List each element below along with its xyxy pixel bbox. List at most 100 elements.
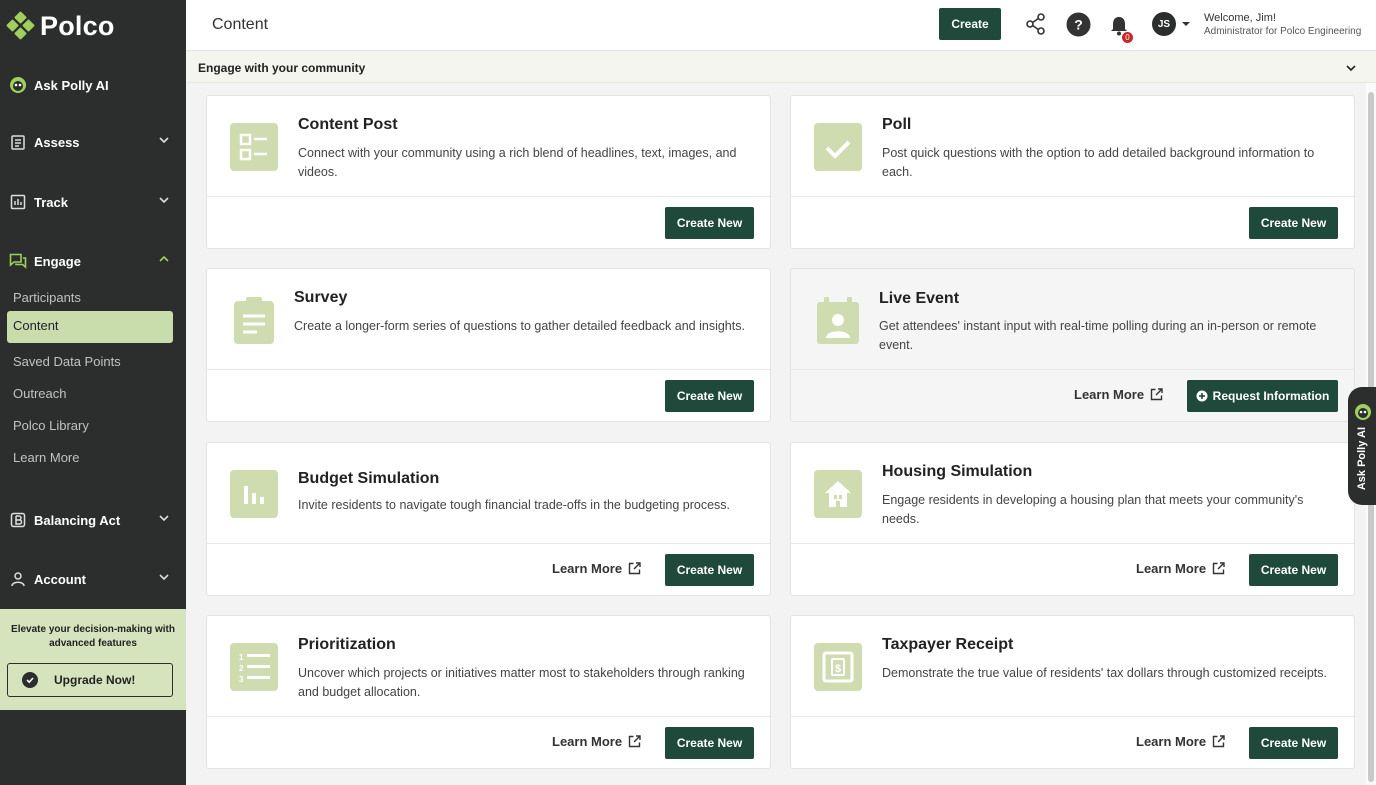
card-divider xyxy=(207,716,770,717)
ask-polly-tab-label: Ask Polly AI xyxy=(1356,427,1368,491)
learn-more-link[interactable]: Learn More xyxy=(552,734,641,749)
sidebar-item-balancing-act[interactable]: Balancing Act xyxy=(0,505,186,535)
card-description: Engage residents in developing a housing… xyxy=(882,493,1304,526)
chevron-down-icon xyxy=(159,137,169,144)
card-title: Housing Simulation xyxy=(882,463,1033,480)
card-title: Poll xyxy=(882,116,912,133)
ask-polly-side-tab[interactable]: Ask Polly AI xyxy=(1348,387,1376,505)
create-new-button[interactable]: Create New xyxy=(665,207,754,239)
polco-logo[interactable]: Polco xyxy=(0,0,186,52)
sidebar-item-ask-polly[interactable]: Ask Polly AI xyxy=(0,70,186,100)
sidebar-item-label: Balancing Act xyxy=(34,512,121,528)
card-title: Live Event xyxy=(879,290,960,307)
sidebar-item-engage[interactable]: Engage xyxy=(0,246,186,276)
sidebar-item-label: Ask Polly AI xyxy=(34,77,109,93)
card-content-post: Content Post Connect with your community… xyxy=(206,95,771,249)
sidebar-subitem-content[interactable]: Content xyxy=(7,311,173,343)
sidebar-subitem-label: Content xyxy=(13,318,59,333)
learn-more-label: Learn More xyxy=(1136,734,1207,749)
learn-more-link[interactable]: Learn More xyxy=(1136,734,1225,749)
card-live-event: Live Event Get attendees' instant input … xyxy=(790,268,1355,422)
engage-banner[interactable]: Engage with your community xyxy=(186,52,1376,83)
notification-badge: 0 xyxy=(1121,31,1134,44)
svg-text:?: ? xyxy=(1074,17,1083,33)
card-title: Content Post xyxy=(298,116,398,133)
help-icon[interactable]: ? xyxy=(1066,12,1091,37)
card-divider xyxy=(207,196,770,197)
clipboard-list-icon xyxy=(230,296,278,344)
sidebar-subitem-learn-more[interactable]: Learn More xyxy=(13,450,79,465)
receipt-dollar-icon: $ xyxy=(814,643,862,691)
create-new-button[interactable]: Create New xyxy=(1249,207,1338,239)
sidebar-subitem-saved-data-points[interactable]: Saved Data Points xyxy=(13,354,121,369)
sidebar-subitem-polco-library[interactable]: Polco Library xyxy=(13,418,89,433)
request-information-label: Request Information xyxy=(1212,389,1330,403)
plus-circle-icon xyxy=(1196,390,1208,402)
numbered-list-icon: 1 2 3 xyxy=(230,643,278,691)
upgrade-panel: Elevate your decision-making with advanc… xyxy=(0,609,186,710)
share-icon[interactable] xyxy=(1025,12,1047,36)
logo-text: Polco xyxy=(40,10,115,41)
sidebar-subitem-participants[interactable]: Participants xyxy=(13,290,81,305)
sidebar-item-label: Track xyxy=(34,194,68,210)
card-title: Prioritization xyxy=(298,636,396,653)
external-link-icon xyxy=(1150,388,1163,401)
card-divider xyxy=(207,369,770,370)
card-title: Taxpayer Receipt xyxy=(882,636,1014,653)
sidebar-item-label: Assess xyxy=(34,134,80,150)
external-link-icon xyxy=(1212,562,1225,575)
chat-icon xyxy=(9,252,27,270)
sidebar-item-label: Engage xyxy=(34,253,81,269)
card-divider xyxy=(207,543,770,544)
card-description: Demonstrate the true value of residents'… xyxy=(882,666,1327,680)
create-new-button[interactable]: Create New xyxy=(1249,727,1338,759)
sidebar-item-account[interactable]: Account xyxy=(0,564,186,594)
create-new-button[interactable]: Create New xyxy=(665,380,754,412)
learn-more-link[interactable]: Learn More xyxy=(552,561,641,576)
create-new-button[interactable]: Create New xyxy=(1249,554,1338,586)
create-new-button[interactable]: Create New xyxy=(665,727,754,759)
polly-avatar-icon xyxy=(9,76,27,94)
user-role: Administrator for Polco Engineering xyxy=(1204,26,1362,37)
sidebar-item-assess[interactable]: Assess xyxy=(0,127,186,157)
svg-text:2: 2 xyxy=(239,664,244,673)
page-title: Content xyxy=(212,16,269,33)
user-info: Welcome, Jim! Administrator for Polco En… xyxy=(1204,11,1361,39)
card-description: Get attendees' instant input with real-t… xyxy=(879,319,1317,352)
sidebar-item-track[interactable]: Track xyxy=(0,187,186,217)
upgrade-button[interactable]: Upgrade Now! xyxy=(7,663,173,697)
learn-more-link[interactable]: Learn More xyxy=(1136,561,1225,576)
chevron-down-icon[interactable] xyxy=(1345,62,1357,74)
chevron-down-icon xyxy=(159,197,169,204)
balancing-act-icon xyxy=(9,511,27,529)
clipboard-check-icon xyxy=(814,123,862,171)
polly-avatar-icon xyxy=(1355,404,1371,420)
learn-more-label: Learn More xyxy=(1136,561,1207,576)
notifications[interactable]: 0 xyxy=(1109,15,1134,44)
list-checkbox-icon xyxy=(230,123,278,171)
card-description: Invite residents to navigate tough finan… xyxy=(298,498,730,512)
card-budget-simulation: Budget Simulation Invite residents to na… xyxy=(206,442,771,596)
learn-more-label: Learn More xyxy=(552,561,623,576)
create-new-button[interactable]: Create New xyxy=(665,554,754,586)
card-divider xyxy=(791,196,1354,197)
chevron-down-icon xyxy=(159,515,169,522)
sidebar-subitem-outreach[interactable]: Outreach xyxy=(13,386,66,401)
card-survey: Survey Create a longer-form series of qu… xyxy=(206,268,771,422)
learn-more-link[interactable]: Learn More xyxy=(1074,387,1163,402)
bar-chart-icon xyxy=(230,470,278,518)
caret-down-icon[interactable] xyxy=(1181,21,1191,27)
upgrade-button-label: Upgrade Now! xyxy=(54,673,136,687)
request-information-button[interactable]: Request Information xyxy=(1187,380,1338,412)
avatar[interactable]: JS xyxy=(1152,12,1176,36)
card-housing-simulation: Housing Simulation Engage residents in d… xyxy=(790,442,1355,596)
card-description: Post quick questions with the option to … xyxy=(882,146,1315,179)
learn-more-label: Learn More xyxy=(1074,387,1145,402)
external-link-icon xyxy=(1212,735,1225,748)
banner-title: Engage with your community xyxy=(198,61,366,75)
card-taxpayer-receipt: $ Taxpayer Receipt Demonstrate the true … xyxy=(790,615,1355,769)
clipboard-icon xyxy=(9,133,27,151)
external-link-icon xyxy=(628,735,641,748)
create-button[interactable]: Create xyxy=(939,8,1001,40)
sidebar-item-label: Account xyxy=(34,571,86,587)
